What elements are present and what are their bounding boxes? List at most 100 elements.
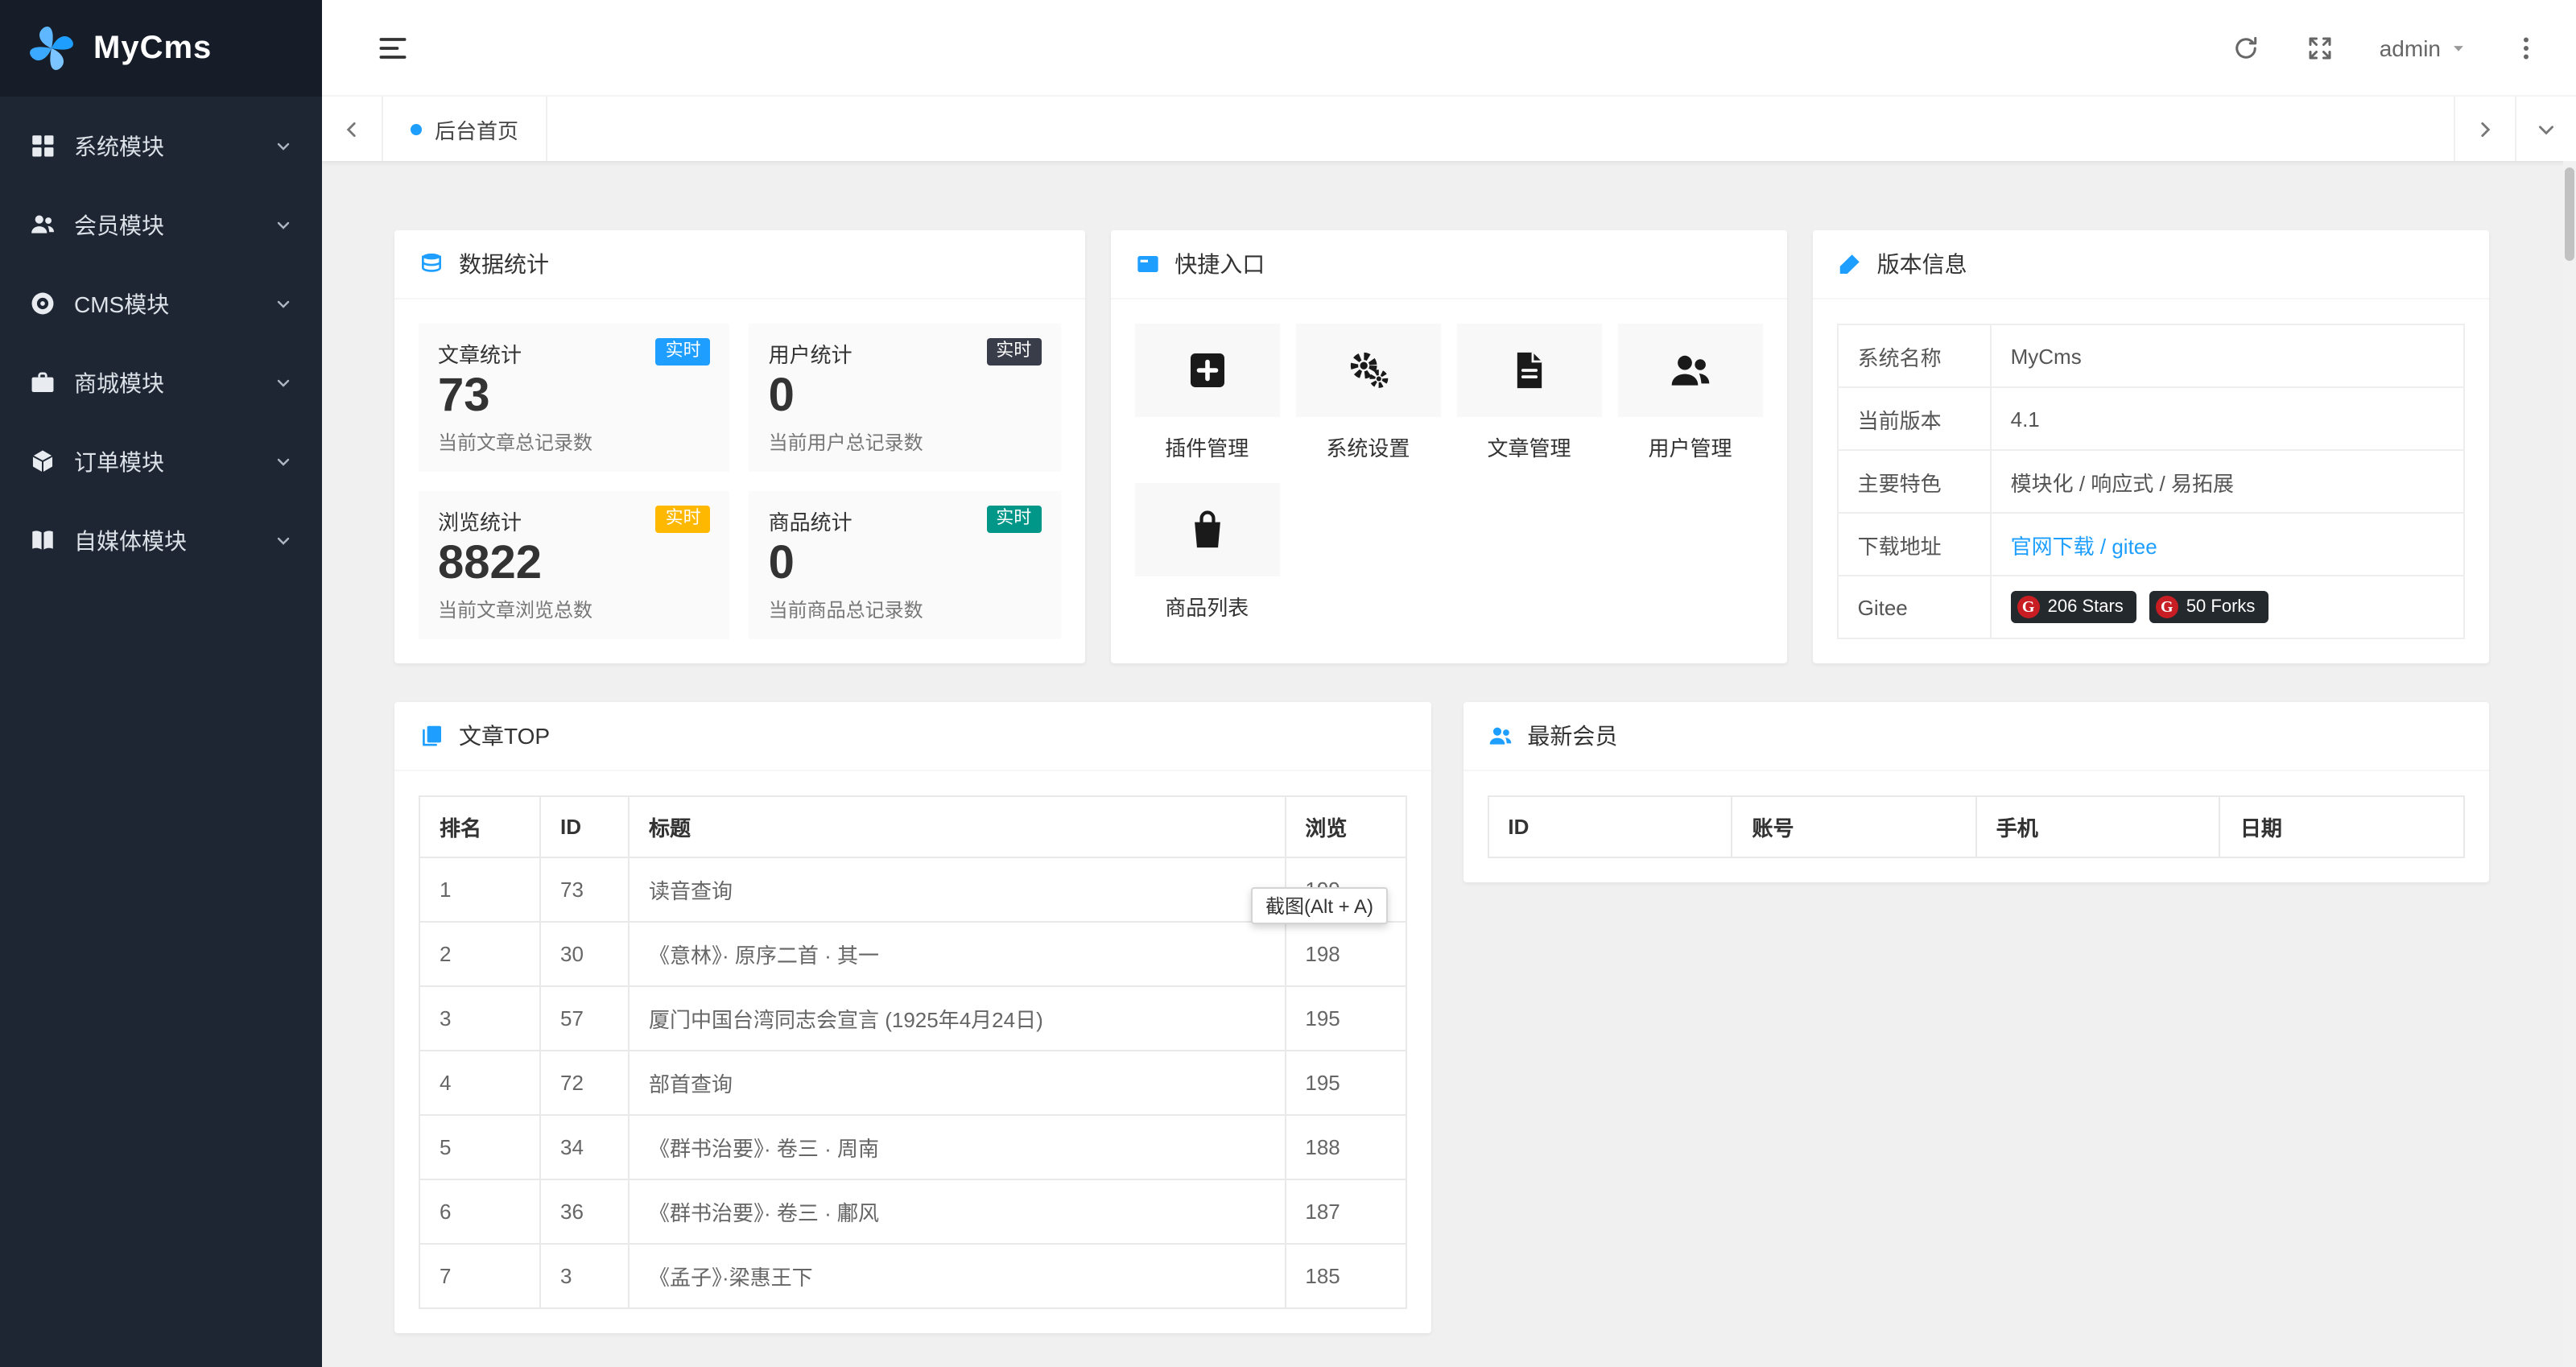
members-table: ID 账号 手机 日期 xyxy=(1487,795,2465,858)
forks-count: 50 Forks xyxy=(2186,597,2256,617)
shortcut-settings[interactable]: 系统设置 xyxy=(1295,324,1441,462)
stats-panel: 数据统计 文章统计 实时 73 当前文章总记录数 用户统计 实时 0 当前用户总… xyxy=(394,230,1085,663)
cell-rank: 3 xyxy=(419,985,541,1051)
stat-card-views: 浏览统计 实时 8822 当前文章浏览总数 xyxy=(419,491,730,639)
username: admin xyxy=(2379,35,2441,60)
grid-icon xyxy=(29,132,56,159)
fullscreen-icon[interactable] xyxy=(2306,33,2334,62)
panel-title: 数据统计 xyxy=(459,251,549,277)
version-row-label: Gitee xyxy=(1836,575,1992,639)
cell-rank: 2 xyxy=(419,921,541,987)
version-row-value: MyCms xyxy=(1989,324,2466,388)
tab-home[interactable]: 后台首页 xyxy=(383,97,548,161)
tabbar: 后台首页 xyxy=(322,97,2576,161)
cell-views: 188 xyxy=(1284,1114,1407,1180)
shortcuts-panel: 快捷入口 插件管理 系统设置 文章管理 用户管理 商品列表 xyxy=(1110,230,1787,663)
cell-id: 57 xyxy=(539,985,630,1051)
link-separator: / xyxy=(2094,534,2112,558)
stat-desc: 当前文章浏览总数 xyxy=(438,599,593,622)
stat-desc: 当前文章总记录数 xyxy=(438,432,593,455)
table-row: 下载地址 官网下载 / gitee xyxy=(1836,512,2466,576)
cell-views: 187 xyxy=(1284,1179,1407,1245)
refresh-icon[interactable] xyxy=(2231,33,2260,62)
column-header: 排名 xyxy=(419,795,541,858)
shortcut-plugins[interactable]: 插件管理 xyxy=(1134,324,1280,462)
stat-desc: 当前商品总记录数 xyxy=(768,599,923,622)
scrollbar[interactable] xyxy=(2563,161,2576,1367)
active-tab-dot xyxy=(411,123,422,134)
cell-views: 195 xyxy=(1284,1050,1407,1116)
version-row-value: G 206 Stars G 50 Forks xyxy=(1989,575,2466,639)
stat-title: 文章统计 xyxy=(438,343,522,367)
sidebar-item-orders[interactable]: 订单模块 xyxy=(0,422,322,501)
cell-title: 部首查询 xyxy=(628,1050,1286,1116)
cell-views: 185 xyxy=(1284,1243,1407,1309)
scrollbar-thumb[interactable] xyxy=(2565,167,2574,261)
copy-icon xyxy=(419,723,444,749)
cell-rank: 1 xyxy=(419,857,541,923)
stat-title: 商品统计 xyxy=(768,510,852,535)
sidebar-item-cms[interactable]: CMS模块 xyxy=(0,264,322,343)
status-badge: 实时 xyxy=(655,338,711,366)
main-content: 数据统计 文章统计 实时 73 当前文章总记录数 用户统计 实时 0 当前用户总… xyxy=(322,161,2563,1367)
brand[interactable]: MyCms xyxy=(0,0,322,97)
cell-rank: 4 xyxy=(419,1050,541,1116)
status-badge: 实时 xyxy=(655,506,711,534)
official-download-link[interactable]: 官网下载 xyxy=(2011,534,2095,558)
pen-icon xyxy=(1837,251,1863,277)
chevron-down-icon xyxy=(274,452,293,471)
sidebar-item-mall[interactable]: 商城模块 xyxy=(0,343,322,422)
tabs-scroll-left-button[interactable] xyxy=(322,97,383,161)
top-panels-row: 数据统计 文章统计 实时 73 当前文章总记录数 用户统计 实时 0 当前用户总… xyxy=(394,230,2490,663)
members-panel-header: 最新会员 xyxy=(1463,702,2489,771)
briefcase-icon xyxy=(29,369,56,396)
gitee-link[interactable]: gitee xyxy=(2112,534,2157,558)
topbar: admin xyxy=(322,0,2576,97)
sidebar-item-media[interactable]: 自媒体模块 xyxy=(0,501,322,580)
stat-desc: 当前用户总记录数 xyxy=(768,432,923,455)
gitee-stars-badge[interactable]: G 206 Stars xyxy=(2010,591,2136,623)
table-row: 主要特色 模块化 / 响应式 / 易拓展 xyxy=(1836,449,2466,514)
column-header: 标题 xyxy=(628,795,1286,858)
card-icon xyxy=(1134,251,1160,277)
sidebar-item-members[interactable]: 会员模块 xyxy=(0,185,322,264)
table-header-row: ID 账号 手机 日期 xyxy=(1487,795,2465,858)
sidebar-item-label: CMS模块 xyxy=(74,291,170,316)
table-row: 2 30 《意林》· 原序二首 · 其一 198 xyxy=(419,921,1407,987)
shortcut-articles[interactable]: 文章管理 xyxy=(1456,324,1602,462)
article-top-table: 排名 ID 标题 浏览 1 73 读音查询 199 xyxy=(419,795,1407,1309)
user-menu[interactable]: admin xyxy=(2380,35,2467,60)
tabs-scroll-right-button[interactable] xyxy=(2454,97,2515,161)
sidebar-item-system[interactable]: 系统模块 xyxy=(0,106,322,185)
table-row: 当前版本 4.1 xyxy=(1836,386,2466,451)
cell-views: 195 xyxy=(1284,985,1407,1051)
cell-rank: 6 xyxy=(419,1179,541,1245)
app-window: MyCms 系统模块 会员模块 CMS模块 商城模块 订单模块 自媒体模块 ad… xyxy=(0,0,2576,1367)
cell-title: 《群书治要》· 卷三 · 周南 xyxy=(628,1114,1286,1180)
topbar-actions: admin xyxy=(2231,33,2576,62)
stat-card-users: 用户统计 实时 0 当前用户总记录数 xyxy=(749,324,1061,472)
column-header: 日期 xyxy=(2219,795,2465,858)
sidebar-toggle-icon[interactable] xyxy=(375,30,411,65)
caret-down-icon xyxy=(2450,39,2467,56)
members-table-wrap: ID 账号 手机 日期 xyxy=(1463,771,2489,882)
tabs-menu-button[interactable] xyxy=(2515,97,2576,161)
cell-id: 3 xyxy=(539,1243,630,1309)
tabbar-spacer xyxy=(547,97,2454,161)
version-table: 系统名称 MyCms 当前版本 4.1 主要特色 模块化 / 响应式 / 易拓展 xyxy=(1836,324,2466,639)
members-panel: 最新会员 ID 账号 手机 日期 xyxy=(1463,702,2489,882)
users-icon xyxy=(1487,723,1513,749)
sidebar-item-label: 自媒体模块 xyxy=(74,527,187,553)
cell-title: 《群书治要》· 卷三 · 鄘风 xyxy=(628,1179,1286,1245)
table-row: 6 36 《群书治要》· 卷三 · 鄘风 187 xyxy=(419,1179,1407,1245)
cube-icon xyxy=(29,448,56,475)
shortcut-products[interactable]: 商品列表 xyxy=(1134,483,1280,622)
more-vertical-icon[interactable] xyxy=(2512,33,2541,62)
shortcut-label: 文章管理 xyxy=(1487,436,1571,460)
shortcut-users[interactable]: 用户管理 xyxy=(1617,324,1763,462)
gitee-forks-badge[interactable]: G 50 Forks xyxy=(2149,591,2268,623)
stars-count: 206 Stars xyxy=(2047,597,2124,617)
panel-title: 最新会员 xyxy=(1527,723,1618,749)
cell-id: 36 xyxy=(539,1179,630,1245)
stat-value: 0 xyxy=(768,538,795,589)
